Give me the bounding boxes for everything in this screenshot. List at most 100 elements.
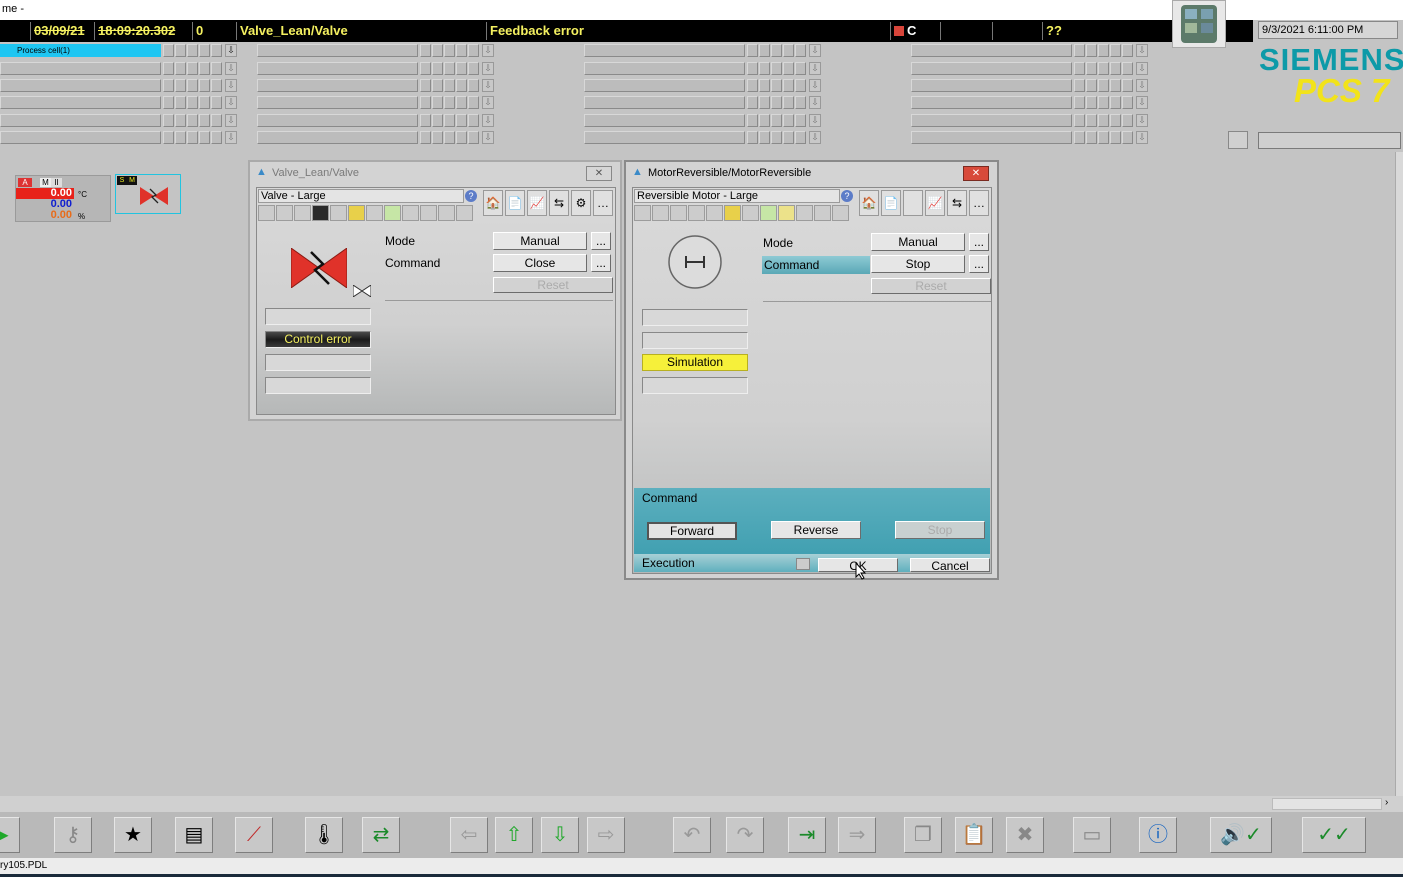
area-bar[interactable] bbox=[584, 44, 745, 57]
arrow-left-icon[interactable]: ⇦ bbox=[450, 817, 488, 853]
valve-command-more-button[interactable]: ... bbox=[591, 254, 611, 272]
area-bar[interactable] bbox=[0, 96, 161, 109]
area-bar[interactable] bbox=[0, 114, 161, 127]
valve-reset-button[interactable]: Reset bbox=[493, 277, 613, 293]
help-icon[interactable]: ? bbox=[465, 190, 477, 202]
process-cell-button[interactable]: Process cell(1) bbox=[0, 44, 161, 57]
area-loop-in-icon[interactable]: ⇩ bbox=[482, 62, 494, 75]
area-loop-in-icon[interactable]: ⇩ bbox=[482, 79, 494, 92]
area-loop-in-icon[interactable]: ⇩ bbox=[809, 114, 821, 127]
undo-icon[interactable]: ↶ bbox=[673, 817, 711, 853]
area-loop-in-icon[interactable]: ⇩ bbox=[225, 79, 237, 92]
runtime-start-icon[interactable]: ▶ bbox=[0, 817, 20, 853]
area-bar[interactable] bbox=[584, 79, 745, 92]
arrow-right-icon[interactable]: ⇨ bbox=[587, 817, 625, 853]
area-loop-in-icon[interactable]: ⇩ bbox=[482, 96, 494, 109]
motor-command-button[interactable]: Stop bbox=[871, 255, 965, 273]
area-loop-in-icon[interactable]: ⇩ bbox=[1136, 79, 1148, 92]
area-bar[interactable] bbox=[257, 96, 418, 109]
message-view-icon[interactable]: 📄 bbox=[505, 190, 525, 216]
arrow-down-icon[interactable]: ⇩ bbox=[541, 817, 579, 853]
valve-mode-more-button[interactable]: ... bbox=[591, 232, 611, 250]
valve-block-icon[interactable]: S M bbox=[115, 174, 181, 214]
help-icon[interactable]: ? bbox=[841, 190, 853, 202]
trend-icon[interactable]: ⟋ bbox=[235, 817, 273, 853]
area-loop-in-icon[interactable]: ⇩ bbox=[1136, 96, 1148, 109]
favorites-icon[interactable]: ★ bbox=[114, 817, 152, 853]
area-loop-in-icon[interactable]: ⇩ bbox=[1136, 62, 1148, 75]
login-icon[interactable] bbox=[1228, 131, 1248, 149]
area-bar[interactable] bbox=[257, 131, 418, 144]
area-bar[interactable] bbox=[584, 96, 745, 109]
vertical-scrollbar[interactable] bbox=[1395, 152, 1403, 796]
trend-view-icon[interactable]: 📈 bbox=[925, 190, 945, 216]
area-loop-in-icon[interactable]: ⇩ bbox=[225, 62, 237, 75]
motor-reset-button[interactable]: Reset bbox=[871, 278, 991, 294]
message-view-icon[interactable]: 📄 bbox=[881, 190, 901, 216]
scroll-right-icon[interactable]: › bbox=[1385, 797, 1388, 808]
picture-select-icon[interactable]: ⇄ bbox=[362, 817, 400, 853]
area-loop-in-icon[interactable]: ⇩ bbox=[809, 44, 821, 57]
area-loop-in-icon[interactable]: ⇩ bbox=[225, 44, 237, 57]
info-icon[interactable]: ⓘ bbox=[1139, 817, 1177, 853]
more-views-icon[interactable]: … bbox=[969, 190, 989, 216]
parameter-view-icon[interactable] bbox=[903, 190, 923, 216]
motor-mode-more-button[interactable]: ... bbox=[969, 233, 989, 251]
arrow-up-icon[interactable]: ⇧ bbox=[495, 817, 533, 853]
scrollbar-thumb[interactable] bbox=[1272, 798, 1382, 810]
area-loop-in-icon[interactable]: ⇩ bbox=[1136, 44, 1148, 57]
area-bar[interactable] bbox=[0, 79, 161, 92]
valve-faceplate-titlebar[interactable]: ▲ Valve_Lean/Valve ✕ bbox=[250, 162, 620, 184]
copy-icon[interactable]: ❐ bbox=[904, 817, 942, 853]
analog-block-icon[interactable]: A M II 0.00 °C 0.00 0.00 % bbox=[15, 175, 111, 222]
standard-view-icon[interactable]: 🏠 bbox=[859, 190, 879, 216]
area-bar[interactable] bbox=[257, 62, 418, 75]
valve-mode-button[interactable]: Manual bbox=[493, 232, 587, 250]
parameter-view-icon[interactable]: ⇆ bbox=[549, 190, 569, 216]
standard-view-icon[interactable]: 🏠 bbox=[483, 190, 503, 216]
motor-faceplate-titlebar[interactable]: ▲ MotorReversible/MotorReversible ✕ bbox=[626, 162, 997, 184]
next-screen-icon[interactable]: ⇒ bbox=[838, 817, 876, 853]
close-icon[interactable]: ✕ bbox=[963, 166, 989, 181]
batch-view-icon[interactable]: ⇆ bbox=[947, 190, 967, 216]
area-loop-in-icon[interactable]: ⇩ bbox=[225, 114, 237, 127]
area-bar[interactable] bbox=[257, 44, 418, 57]
command-stop-button[interactable]: Stop bbox=[895, 521, 985, 539]
key-icon[interactable]: ⚷ bbox=[54, 817, 92, 853]
valve-command-button[interactable]: Close bbox=[493, 254, 587, 272]
area-bar[interactable] bbox=[584, 114, 745, 127]
area-loop-in-icon[interactable]: ⇩ bbox=[1136, 114, 1148, 127]
area-bar[interactable] bbox=[0, 131, 161, 144]
motor-faceplate-window[interactable]: ▲ MotorReversible/MotorReversible ✕ Reve… bbox=[624, 160, 999, 580]
area-loop-in-icon[interactable]: ⇩ bbox=[1136, 131, 1148, 144]
area-loop-in-icon[interactable]: ⇩ bbox=[482, 131, 494, 144]
reverse-button[interactable]: Reverse bbox=[771, 521, 861, 539]
area-loop-in-icon[interactable]: ⇩ bbox=[809, 79, 821, 92]
area-loop-in-icon[interactable]: ⇩ bbox=[482, 114, 494, 127]
acknowledge-all-icon[interactable]: ✓✓ bbox=[1302, 817, 1366, 853]
area-bar[interactable] bbox=[911, 114, 1072, 127]
picture-tree-thumbnail[interactable] bbox=[1172, 0, 1226, 48]
area-bar[interactable] bbox=[911, 96, 1072, 109]
overview-icon[interactable]: ▤ bbox=[175, 817, 213, 853]
cancel-button[interactable]: Cancel bbox=[910, 558, 990, 573]
paste-icon[interactable]: 📋 bbox=[955, 817, 993, 853]
batch-view-icon[interactable]: ⚙ bbox=[571, 190, 591, 216]
forward-button[interactable]: Forward bbox=[647, 522, 737, 540]
area-loop-in-icon[interactable]: ⇩ bbox=[225, 131, 237, 144]
screen-select-icon[interactable]: ⇥ bbox=[788, 817, 826, 853]
motor-command-more-button[interactable]: ... bbox=[969, 255, 989, 273]
area-bar[interactable] bbox=[911, 62, 1072, 75]
area-loop-in-icon[interactable]: ⇩ bbox=[809, 131, 821, 144]
area-bar[interactable] bbox=[257, 114, 418, 127]
tag-search-input[interactable] bbox=[1258, 132, 1401, 149]
area-bar[interactable] bbox=[0, 62, 161, 75]
trend-view-icon[interactable]: 📈 bbox=[527, 190, 547, 216]
area-bar[interactable] bbox=[911, 79, 1072, 92]
area-bar[interactable] bbox=[911, 44, 1072, 57]
area-bar[interactable] bbox=[911, 131, 1072, 144]
more-views-icon[interactable]: … bbox=[593, 190, 613, 216]
horn-acknowledge-icon[interactable]: 🔊✓ bbox=[1210, 817, 1272, 853]
horizontal-scrollbar[interactable]: › bbox=[0, 796, 1403, 812]
delete-icon[interactable]: ✖ bbox=[1006, 817, 1044, 853]
